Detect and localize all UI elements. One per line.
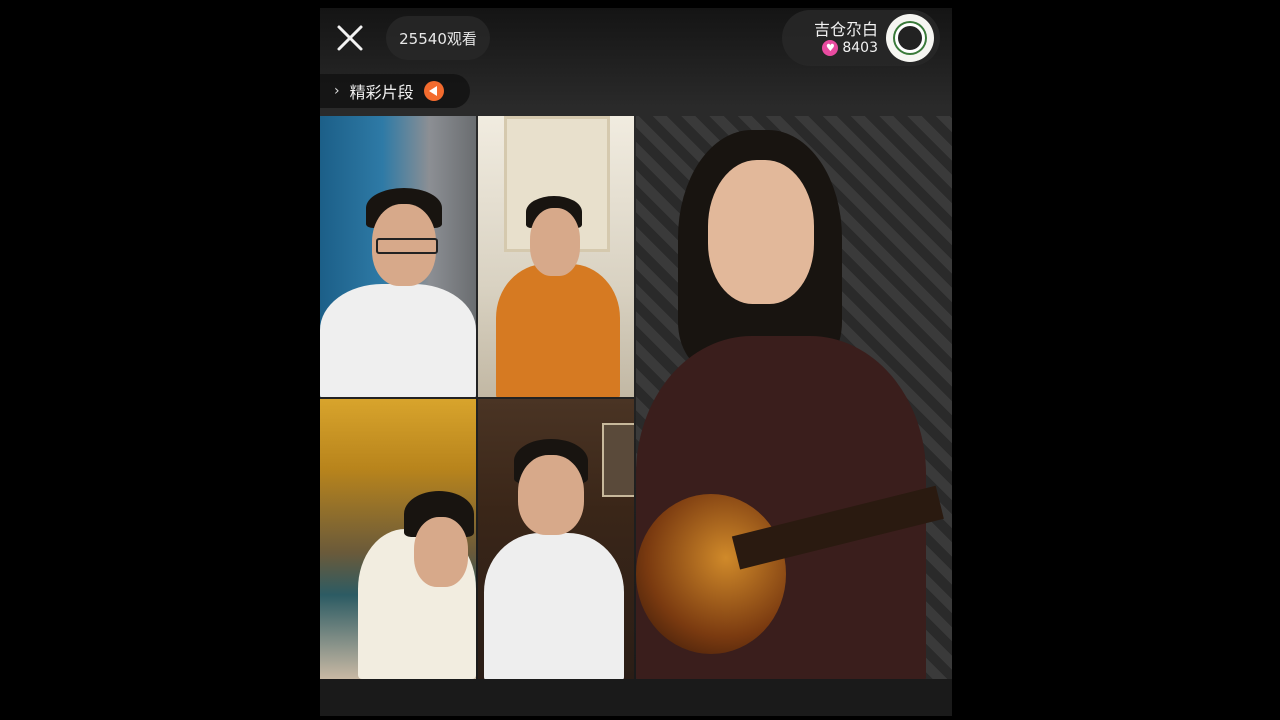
chevron-right-icon: ›	[334, 83, 340, 99]
guitar	[636, 494, 786, 654]
host-like-count: 8403	[842, 40, 878, 56]
live-stream-frame: 25540观看 吉仓尕白 ♥ 8403 › 精彩片段	[320, 8, 952, 716]
bottom-bar	[320, 680, 952, 716]
guest-tile-4[interactable]	[478, 399, 634, 679]
play-icon	[423, 81, 444, 101]
highlights-button[interactable]: › 精彩片段	[320, 74, 470, 108]
guest-tile-1[interactable]	[320, 116, 476, 397]
host-tile[interactable]	[636, 116, 952, 679]
heart-icon: ♥	[822, 40, 839, 56]
close-button[interactable]	[332, 20, 368, 56]
close-icon	[337, 25, 363, 51]
guest-tile-2[interactable]	[478, 116, 634, 397]
avatar[interactable]	[886, 14, 934, 62]
guest-tile-3[interactable]	[320, 399, 476, 679]
highlights-label: 精彩片段	[349, 83, 414, 102]
host-info-card[interactable]: 吉仓尕白 ♥ 8403	[782, 10, 940, 66]
viewer-count-badge: 25540观看	[386, 16, 490, 60]
host-name: 吉仓尕白	[813, 20, 878, 39]
viewer-count: 25540观看	[399, 29, 477, 48]
host-likes: ♥ 8403	[822, 40, 878, 56]
